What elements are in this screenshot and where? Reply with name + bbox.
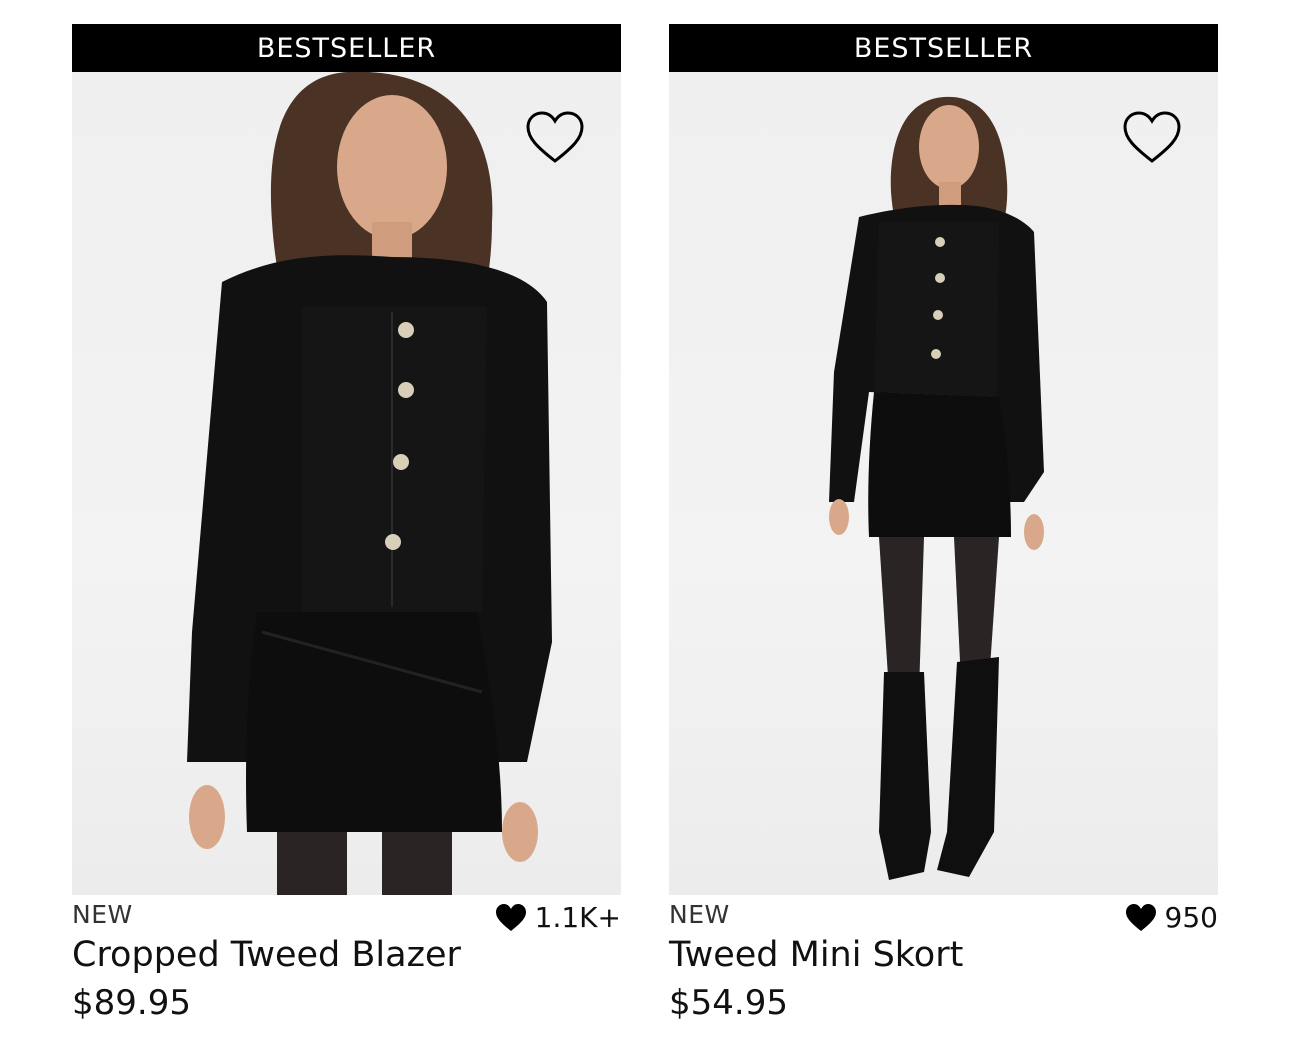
product-image[interactable] xyxy=(72,72,621,895)
product-price: $89.95 xyxy=(72,983,191,1023)
likes-value: 950 xyxy=(1164,901,1218,934)
product-meta: NEW 950 Tweed Mini Skort $54.95 xyxy=(669,895,1218,1045)
product-card[interactable]: BESTSELLER xyxy=(669,24,1218,1045)
likes-count[interactable]: 1.1K+ xyxy=(495,901,621,934)
product-photo-cropped-tweed-blazer xyxy=(187,72,552,895)
heart-outline-icon xyxy=(526,111,584,163)
bestseller-badge: BESTSELLER xyxy=(72,24,621,72)
product-price: $54.95 xyxy=(669,983,788,1023)
product-image[interactable] xyxy=(669,72,1218,895)
heart-filled-icon xyxy=(495,903,526,931)
wishlist-button[interactable] xyxy=(1122,110,1182,166)
bestseller-badge: BESTSELLER xyxy=(669,24,1218,72)
product-card[interactable]: BESTSELLER xyxy=(72,24,621,1045)
new-tag: NEW xyxy=(72,900,133,929)
heart-filled-icon xyxy=(1125,903,1156,931)
heart-outline-icon xyxy=(1123,111,1181,163)
likes-value: 1.1K+ xyxy=(534,901,621,934)
product-title[interactable]: Tweed Mini Skort xyxy=(669,935,963,975)
product-meta: NEW 1.1K+ Cropped Tweed Blazer $89.95 xyxy=(72,895,621,1045)
new-tag: NEW xyxy=(669,900,730,929)
product-title[interactable]: Cropped Tweed Blazer xyxy=(72,935,461,975)
likes-count[interactable]: 950 xyxy=(1125,901,1218,934)
wishlist-button[interactable] xyxy=(525,110,585,166)
product-photo-tweed-mini-skort xyxy=(829,96,1044,880)
